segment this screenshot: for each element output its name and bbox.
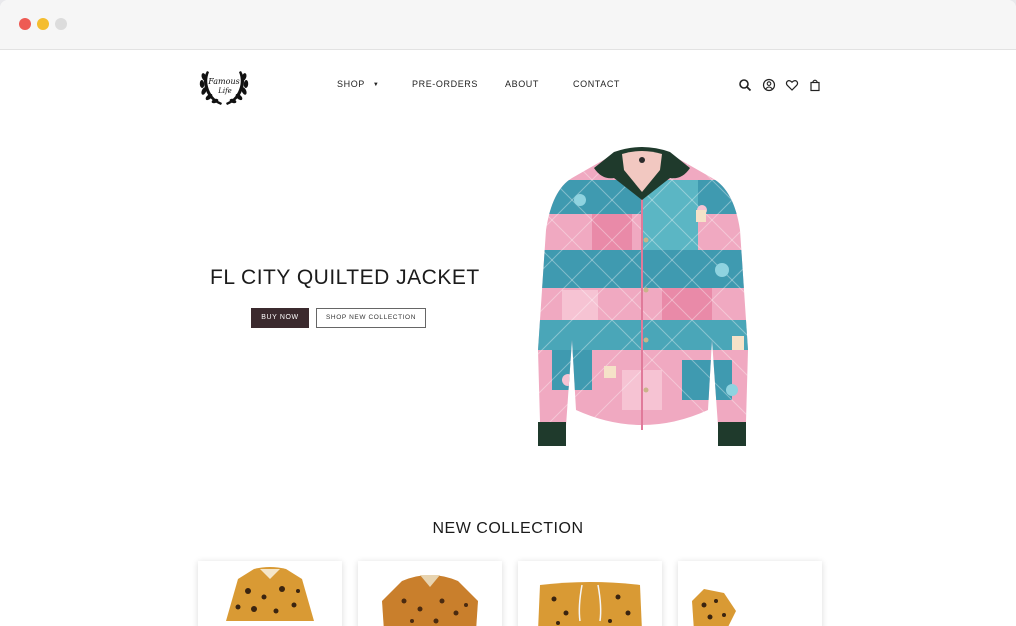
caret-down-icon: ▼ — [372, 82, 380, 88]
nav-item-shop[interactable]: SHOP ▼ — [337, 79, 379, 89]
hero-product-image[interactable] — [532, 140, 772, 454]
nav-item-about[interactable]: ABOUT — [505, 79, 539, 89]
leopard-shorts-icon — [538, 582, 642, 626]
window-chrome — [0, 0, 1016, 50]
nav-item-contact[interactable]: CONTACT — [573, 79, 620, 89]
nav-item-shop-label: SHOP — [337, 79, 365, 89]
product-card-leopard-shirt-2[interactable] — [358, 561, 502, 626]
bag-icon[interactable] — [808, 78, 822, 92]
nav-item-pre-orders[interactable]: PRE-ORDERS — [412, 79, 478, 89]
buy-now-button[interactable]: BUY NOW — [251, 308, 309, 328]
nav-item-contact-label: CONTACT — [573, 79, 621, 89]
leopard-shirt-icon — [226, 567, 314, 621]
minimize-window-button[interactable] — [37, 18, 49, 30]
main-nav: SHOP ▼ PRE-ORDERS ABOUT CONTACT — [0, 79, 1016, 93]
account-icon[interactable] — [762, 78, 776, 92]
close-window-button[interactable] — [19, 18, 31, 30]
product-card-leopard-item[interactable] — [678, 561, 822, 626]
maximize-window-button[interactable] — [55, 18, 67, 30]
quilted-jacket-icon — [538, 147, 748, 446]
page-content: Famous Life SHOP ▼ PRE-ORDERS ABOUT CONTA… — [0, 50, 1016, 626]
heart-icon[interactable] — [785, 78, 799, 92]
search-icon[interactable] — [738, 78, 752, 92]
section-title: NEW COLLECTION — [432, 520, 584, 537]
product-card-leopard-shorts[interactable] — [518, 561, 662, 626]
browser-window: Famous Life SHOP ▼ PRE-ORDERS ABOUT CONTA… — [0, 0, 1016, 626]
hero-title: FL CITY QUILTED JACKET — [210, 266, 480, 289]
product-card-leopard-shirt-1[interactable] — [198, 561, 342, 626]
leopard-shirt-icon — [382, 575, 478, 626]
leopard-item-icon — [692, 589, 736, 626]
nav-item-about-label: ABOUT — [505, 79, 540, 89]
nav-item-pre-orders-label: PRE-ORDERS — [412, 79, 479, 89]
shop-new-collection-button[interactable]: SHOP NEW COLLECTION — [316, 308, 426, 328]
